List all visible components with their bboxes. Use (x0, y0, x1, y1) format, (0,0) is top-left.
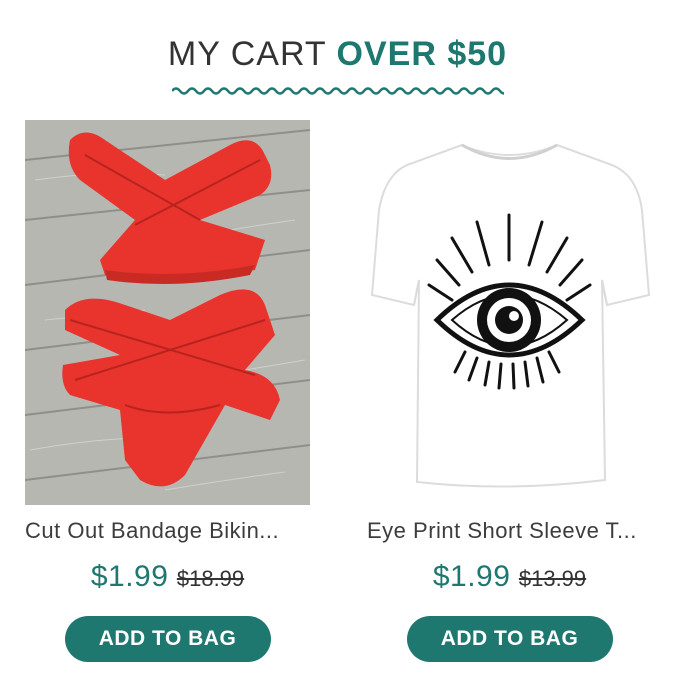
my-cart-page: MY CART OVER $50 Cut Out Bandage Bikin..… (0, 0, 675, 678)
eye-print-tshirt-image (370, 143, 651, 488)
red-bikini-image (25, 120, 310, 505)
page-title: MY CART OVER $50 (0, 34, 675, 74)
sale-price: $1.99 (90, 560, 169, 593)
price-row: $1.99 $18.99 (25, 559, 310, 600)
add-to-bag-button[interactable]: ADD TO BAG (406, 616, 613, 662)
add-to-bag-button[interactable]: ADD TO BAG (64, 616, 271, 662)
original-price: $18.99 (176, 566, 245, 591)
original-price: $13.99 (518, 566, 587, 591)
product-image-bikini[interactable] (25, 120, 310, 505)
wavy-divider (172, 87, 504, 95)
product-name[interactable]: Eye Print Short Sleeve T... (367, 515, 667, 547)
price-row: $1.99 $13.99 (367, 559, 652, 600)
sale-price: $1.99 (432, 560, 511, 593)
product-card-bikini: Cut Out Bandage Bikin... $1.99 $18.99 AD… (25, 120, 310, 662)
product-card-tshirt: Eye Print Short Sleeve T... $1.99 $13.99… (367, 120, 652, 662)
title-part-2: OVER $50 (336, 35, 508, 73)
product-name[interactable]: Cut Out Bandage Bikin... (25, 515, 325, 547)
title-part-1: MY CART (167, 35, 337, 73)
product-image-tshirt[interactable] (367, 120, 652, 505)
